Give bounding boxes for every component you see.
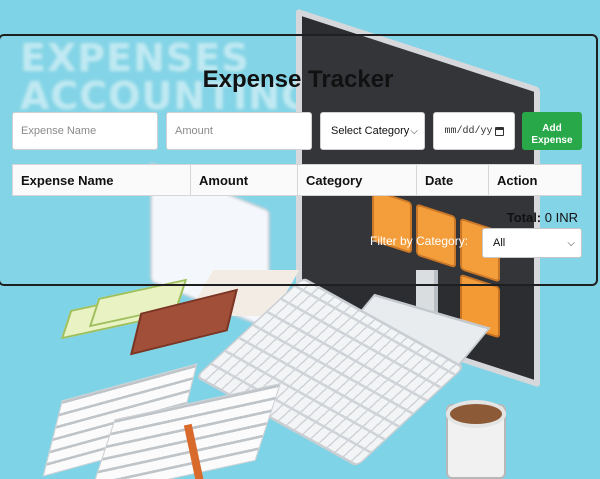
total-value: 0 INR bbox=[544, 210, 578, 225]
calendar-icon[interactable] bbox=[494, 126, 504, 136]
total-label: Total: bbox=[506, 210, 542, 225]
amount-input[interactable] bbox=[166, 112, 312, 150]
chevron-down-icon: ⌵ bbox=[410, 125, 418, 137]
expense-name-input[interactable] bbox=[12, 112, 158, 150]
total-amount: Total: 0 INR bbox=[507, 210, 578, 225]
column-header-category[interactable]: Category bbox=[298, 165, 417, 195]
expense-table-header: Expense Name Amount Category Date Action bbox=[12, 164, 582, 196]
filter-select-value: All bbox=[493, 237, 506, 249]
chevron-down-icon: ⌵ bbox=[567, 237, 575, 249]
coffee-mug-top bbox=[446, 400, 506, 428]
column-header-amount[interactable]: Amount bbox=[191, 165, 298, 195]
date-input[interactable]: mm/dd/yy bbox=[433, 112, 515, 150]
date-input-placeholder: mm/dd/yy bbox=[444, 125, 493, 137]
filter-category-select[interactable]: All ⌵ bbox=[482, 228, 582, 258]
column-header-action: Action bbox=[497, 172, 538, 188]
column-header-expense-name[interactable]: Expense Name bbox=[13, 165, 191, 195]
expense-tracker-panel: Expense Tracker Select Category ⌵ mm/dd/… bbox=[0, 34, 598, 286]
category-select[interactable]: Select Category ⌵ bbox=[320, 112, 425, 150]
add-expense-button[interactable]: Add Expense bbox=[522, 112, 582, 150]
category-select-value: Select Category bbox=[331, 125, 410, 137]
filter-label: Filter by Category: bbox=[370, 234, 469, 248]
column-header-date[interactable]: Date bbox=[417, 165, 489, 195]
page-title: Expense Tracker bbox=[202, 66, 394, 93]
